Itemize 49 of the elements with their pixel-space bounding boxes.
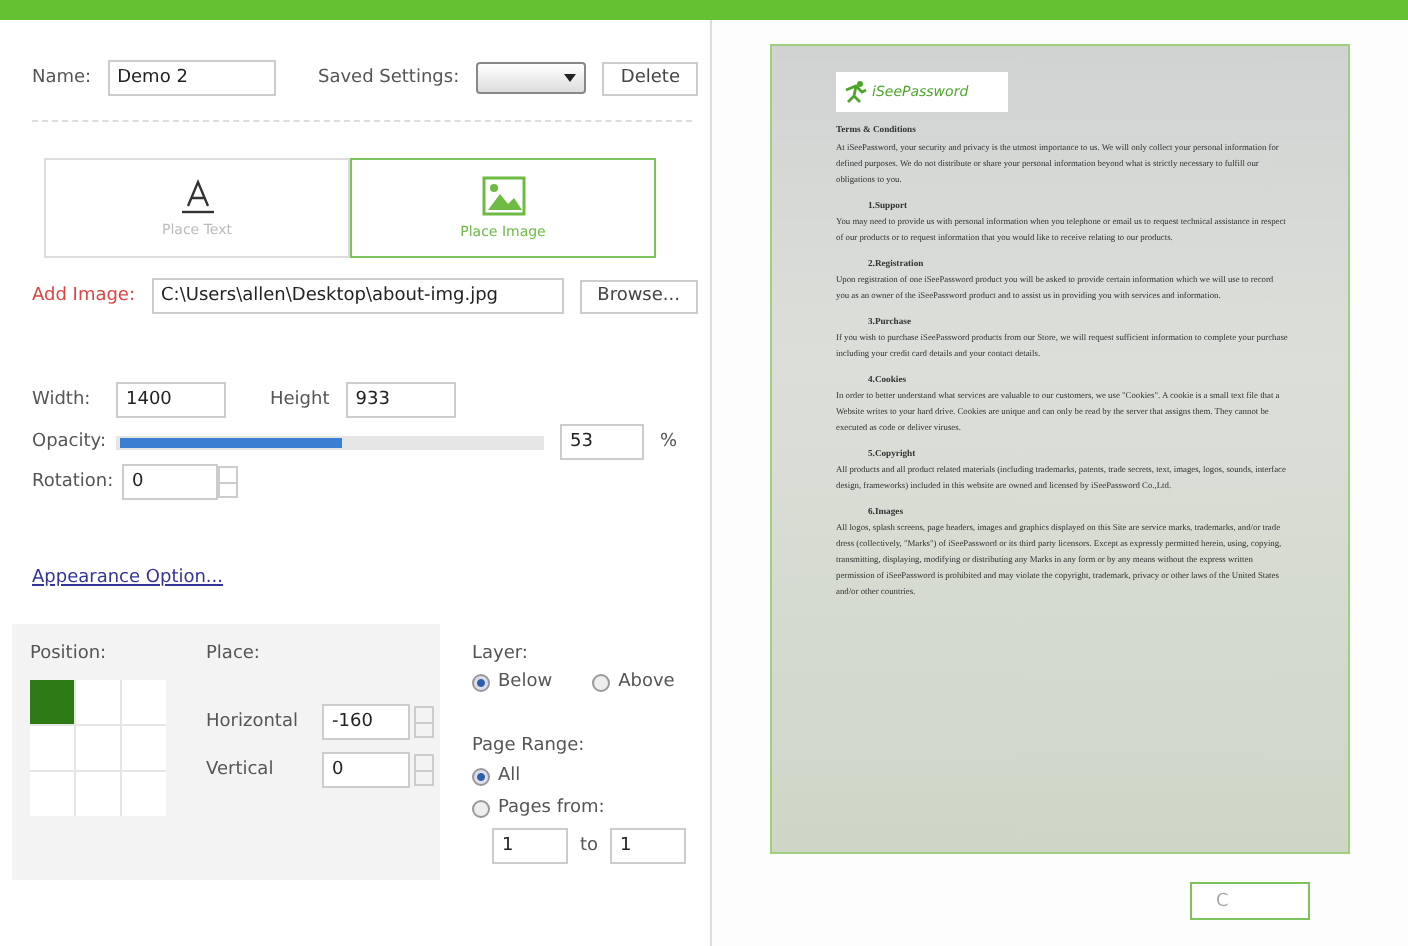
spinner-buttons[interactable]: [414, 754, 434, 786]
position-cell[interactable]: [30, 726, 74, 770]
picture-icon: [481, 176, 525, 216]
running-figure-icon: [844, 80, 868, 104]
vertical-label: Vertical: [206, 760, 276, 780]
layer-radio[interactable]: Above: [592, 672, 675, 692]
layer-label: Layer:: [472, 644, 530, 664]
opacity-field[interactable]: 53: [560, 424, 644, 460]
position-cell[interactable]: [76, 680, 120, 724]
caret-icon: [564, 74, 577, 82]
vertical-field[interactable]: 0: [322, 752, 410, 788]
name-field[interactable]: Demo 2: [107, 60, 276, 96]
position-label: Position:: [30, 644, 109, 664]
height-label: Height: [270, 390, 330, 410]
position-cell[interactable]: [122, 772, 166, 816]
position-cell[interactable]: [76, 772, 120, 816]
from-page-field[interactable]: 1: [492, 828, 568, 864]
horizontal-label: Horizontal: [206, 712, 300, 732]
page-range-radio[interactable]: Pages from:: [472, 798, 687, 818]
opacity-slider[interactable]: [116, 435, 544, 449]
horizontal-field[interactable]: -160: [322, 704, 410, 740]
add-image-label: Add Image:: [32, 286, 136, 306]
layer-radio[interactable]: Below: [472, 672, 553, 692]
page-range-radio[interactable]: All: [472, 766, 687, 786]
browse-button[interactable]: Browse...: [579, 279, 698, 313]
to-page-field[interactable]: 1: [610, 828, 687, 864]
percent-label: %: [660, 432, 678, 452]
delete-button[interactable]: Delete: [602, 61, 698, 95]
place-label: Place:: [206, 644, 262, 664]
letter-a-icon: [181, 178, 213, 214]
image-path-field[interactable]: C:\Users\allen\Desktop\about-img.jpg: [151, 278, 564, 314]
spinner-buttons[interactable]: [218, 466, 238, 498]
width-label: Width:: [32, 390, 93, 410]
to-label: to: [580, 836, 599, 856]
saved-settings-dropdown[interactable]: [475, 62, 587, 94]
height-field[interactable]: 933: [345, 382, 456, 418]
width-field[interactable]: 1400: [116, 382, 226, 418]
position-cell[interactable]: [122, 680, 166, 724]
name-label: Name:: [32, 68, 92, 88]
page-range-label: Page Range:: [472, 736, 587, 756]
position-cell[interactable]: [76, 726, 120, 770]
opacity-label: Opacity:: [32, 432, 100, 452]
saved-settings-label: Saved Settings:: [317, 68, 460, 88]
rotation-field[interactable]: 0: [122, 464, 218, 500]
appearance-option-link[interactable]: Appearance Option...: [32, 568, 224, 588]
position-cell[interactable]: [30, 772, 74, 816]
position-cell[interactable]: [122, 726, 166, 770]
spinner-buttons[interactable]: [414, 706, 434, 738]
position-cell[interactable]: [30, 680, 74, 724]
